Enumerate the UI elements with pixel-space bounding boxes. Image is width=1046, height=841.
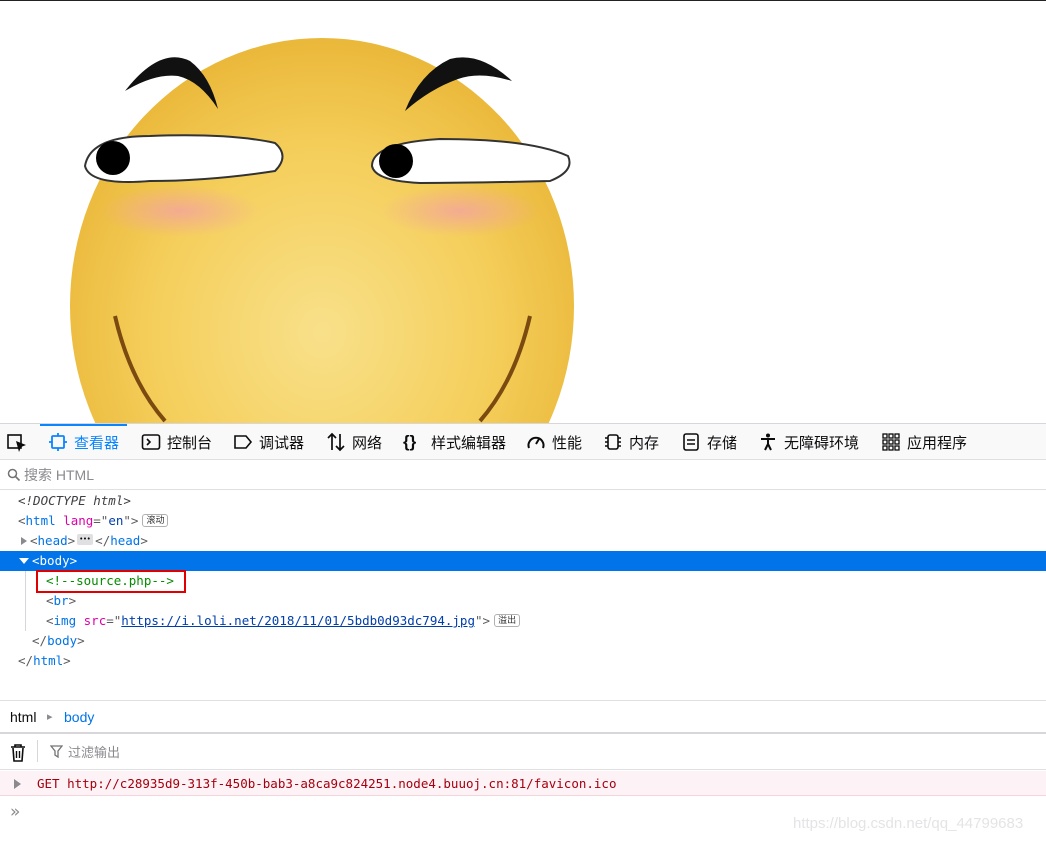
console-prompt-icon[interactable]: » [10,802,20,822]
src-attr: src [83,613,107,628]
accessibility-icon [761,433,775,451]
devtools-toolbar: 查看器 控制台 调试器 网络 {} 样式编辑器 性能 内存 存储 无障碍环境 应… [0,423,1046,460]
application-icon [882,433,900,451]
body-node-selected[interactable]: <body> [0,551,1046,571]
tab-accessibility[interactable]: 无障碍环境 [758,424,859,460]
tab-performance[interactable]: 性能 [526,424,582,460]
tab-style-editor[interactable]: {} 样式编辑器 [403,424,506,460]
html-node[interactable]: <html lang="en"> 滚动 [0,511,1046,531]
breadcrumb: html ▸ body [0,700,1046,732]
tab-storage[interactable]: 存储 [681,424,737,460]
tab-label: 样式编辑器 [431,434,507,452]
br-node[interactable]: <br> [0,591,1046,611]
tab-label: 网络 [352,434,383,452]
scroll-badge[interactable]: 滚动 [142,514,169,527]
tab-label: 性能 [552,434,583,452]
search-html-input[interactable] [24,464,424,486]
br-tag: br [53,593,69,608]
doctype-text: <!DOCTYPE html> [18,493,131,508]
red-highlight-box [36,570,186,593]
body-close-tag: body [47,633,78,648]
tab-label: 应用程序 [907,434,968,452]
search-icon [7,468,21,482]
tab-network[interactable]: 网络 [326,424,382,460]
error-text: GET http://c28935d9-313f-450b-bab3-a8ca9… [37,771,616,796]
devtools-panel: 查看器 控制台 调试器 网络 {} 样式编辑器 性能 内存 存储 无障碍环境 应… [0,423,1046,841]
head-open-tag: head [37,533,68,548]
expand-arrow-icon[interactable] [14,779,21,789]
tab-label: 查看器 [74,434,120,452]
tab-console[interactable]: 控制台 [141,424,212,460]
head-node[interactable]: <head></head> [0,529,1046,551]
tab-memory[interactable]: 内存 [603,424,659,460]
indent-guide [25,571,26,631]
filter-output-input[interactable] [68,742,368,762]
img-node[interactable]: <img src="https://i.loli.net/2018/11/01/… [0,611,1046,631]
request-method: GET [37,776,60,791]
expand-arrow-icon[interactable] [21,537,27,545]
lang-value: en [108,513,124,528]
tab-label: 内存 [629,434,660,452]
smirk-emoji-image [70,38,574,423]
inspector-icon [49,433,67,451]
tab-label: 存储 [707,434,738,452]
console-icon [141,434,161,450]
performance-icon [527,436,545,449]
tab-label: 控制台 [167,434,213,452]
tab-application[interactable]: 应用程序 [881,424,967,460]
breadcrumb-body[interactable]: body [64,709,94,725]
debugger-icon [234,435,253,449]
doctype-node[interactable]: <!DOCTYPE html> [0,491,1046,511]
console-panel: GET http://c28935d9-313f-450b-bab3-a8ca9… [0,732,1046,841]
img-src-link[interactable]: https://i.loli.net/2018/11/01/5bdb0d93dc… [121,613,475,628]
collapsed-ellipsis-icon[interactable] [77,529,94,549]
collapse-arrow-icon[interactable] [19,558,29,564]
element-picker-icon[interactable] [4,430,30,456]
tab-inspector[interactable]: 查看器 [39,424,128,460]
memory-icon [605,434,621,450]
html-tag: html [25,513,56,528]
head-close-tag: head [110,533,141,548]
network-icon [327,432,345,452]
breadcrumb-html[interactable]: html [10,709,36,725]
markup-tree: <!DOCTYPE html> <html lang="en"> 滚动 <head… [0,491,1046,701]
watermark: https://blog.csdn.net/qq_44799683 [793,815,1024,832]
filter-icon [50,745,63,758]
console-toolbar [0,734,1046,770]
request-url[interactable]: http://c28935d9-313f-450b-bab3-a8ca9c824… [67,776,616,791]
html-search-bar [0,460,1046,490]
body-open-tag: body [39,553,70,568]
storage-icon [683,433,699,451]
trash-icon[interactable] [10,744,26,762]
tab-label: 调试器 [259,434,305,452]
overflow-badge[interactable]: 溢出 [494,614,521,627]
tab-label: 无障碍环境 [784,434,860,452]
style-editor-icon: {} [403,432,417,451]
body-close-node[interactable]: </body> [0,631,1046,651]
page-viewport [0,0,1046,423]
chevron-right-icon: ▸ [47,711,53,723]
html-close-tag: html [33,653,64,668]
img-tag: img [53,613,77,628]
html-close-node[interactable]: </html> [0,651,1046,671]
lang-attr: lang [63,513,94,528]
tab-debugger[interactable]: 调试器 [233,424,304,460]
toolbar-separator [37,740,38,762]
console-error-message[interactable]: GET http://c28935d9-313f-450b-bab3-a8ca9… [0,771,1046,796]
